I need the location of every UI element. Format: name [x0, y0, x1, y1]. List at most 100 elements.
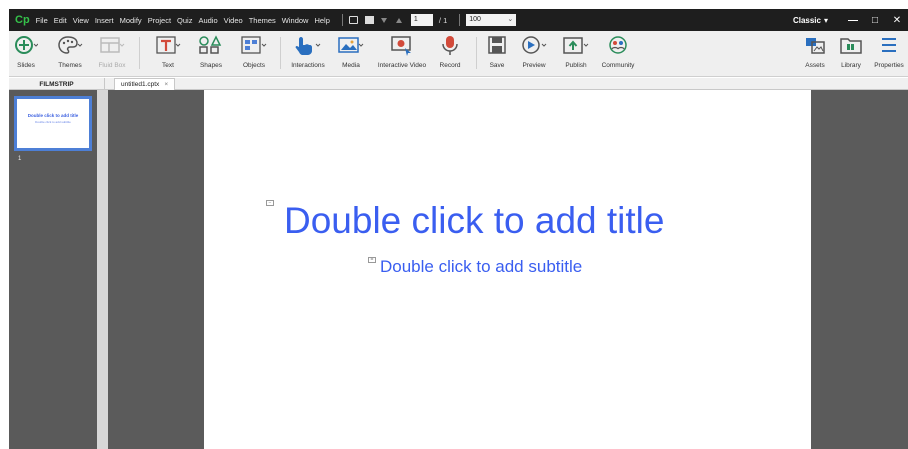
- menu-lines-icon: [882, 38, 896, 52]
- fluid-box-icon: [100, 37, 125, 53]
- subtitle-placeholder-marker-icon: =: [368, 257, 376, 263]
- main-toolbar: Slides Themes Fluid Box Text Shapes Obje…: [9, 31, 908, 77]
- slide-number: 1: [18, 156, 22, 162]
- publish-icon: [563, 37, 589, 54]
- assets-icon: [806, 38, 825, 54]
- shapes-icon: [199, 35, 222, 54]
- menu-video[interactable]: Video: [224, 16, 243, 25]
- slides-label: Slides: [17, 62, 35, 69]
- interactions-button[interactable]: Interactions: [288, 33, 328, 69]
- interactive-video-button[interactable]: Interactive Video: [375, 33, 429, 69]
- palette-icon: [58, 36, 83, 54]
- save-button[interactable]: Save: [485, 33, 509, 69]
- filmstrip-header: FILMSTRIP: [9, 78, 105, 90]
- play-icon: [522, 36, 547, 54]
- add-slide-icon: [15, 36, 38, 54]
- preview-button[interactable]: Preview: [518, 33, 550, 69]
- toolbar-separator: [476, 37, 477, 69]
- next-slide-icon[interactable]: [380, 17, 387, 23]
- previous-slide-icon[interactable]: [395, 17, 402, 23]
- zoom-select[interactable]: 100 ⌄: [466, 14, 517, 26]
- objects-button[interactable]: Objects: [238, 33, 270, 69]
- chevron-down-icon: ▾: [823, 15, 828, 25]
- app-logo: Cp: [15, 14, 30, 26]
- toolbar-separator: [139, 37, 140, 69]
- menu-help[interactable]: Help: [314, 16, 329, 25]
- save-icon: [488, 36, 506, 54]
- menu-insert[interactable]: Insert: [95, 16, 114, 25]
- publish-button[interactable]: Publish: [561, 33, 591, 69]
- title-placeholder[interactable]: Double click to add title: [284, 200, 664, 242]
- menu-edit[interactable]: Edit: [54, 16, 67, 25]
- menu-bar: Cp File Edit View Insert Modify Project …: [9, 9, 908, 31]
- workspace-label: Classic: [792, 15, 821, 25]
- menu-window[interactable]: Window: [282, 16, 309, 25]
- assets-button[interactable]: Assets: [802, 33, 828, 69]
- fluid-box-button[interactable]: Fluid Box: [97, 33, 127, 69]
- menu-quiz[interactable]: Quiz: [177, 16, 192, 25]
- publish-label: Publish: [565, 62, 587, 69]
- restore-button[interactable]: □: [864, 9, 886, 31]
- library-button[interactable]: Library: [838, 33, 864, 69]
- shapes-label: Shapes: [199, 62, 223, 69]
- menu-audio[interactable]: Audio: [198, 16, 217, 25]
- slides-button[interactable]: Slides: [13, 33, 39, 69]
- workspace-switcher[interactable]: Classic ▾: [793, 16, 828, 25]
- objects-label: Objects: [242, 62, 266, 69]
- menu-project[interactable]: Project: [148, 16, 171, 25]
- menu-modify[interactable]: Modify: [120, 16, 142, 25]
- themes-button[interactable]: Themes: [55, 33, 85, 69]
- text-label: Text: [162, 62, 174, 69]
- preview-label: Preview: [522, 62, 546, 69]
- media-label: Media: [342, 62, 360, 69]
- library-label: Library: [841, 62, 861, 69]
- chevron-down-icon: ⌄: [507, 16, 514, 23]
- text-button[interactable]: Text: [154, 33, 182, 69]
- community-label: Community: [601, 62, 635, 69]
- tab-untitled1[interactable]: untitled1.cptx ×: [114, 78, 176, 90]
- filmstrip-panel: Double click to add title Double click t…: [9, 90, 97, 449]
- interactions-label: Interactions: [291, 62, 325, 69]
- thumbnail-title: Double click to add title: [27, 113, 79, 118]
- total-pages-label: / 1: [438, 15, 448, 25]
- toolbar-separator: [280, 37, 281, 69]
- hand-pointer-icon: [295, 37, 321, 55]
- thumbnail-subtitle: Double click to add subtitle: [35, 120, 71, 124]
- zoom-value: 100: [469, 16, 481, 23]
- objects-icon: [241, 36, 267, 54]
- slide-canvas[interactable]: − Double click to add title = Double cli…: [204, 90, 811, 449]
- menu-view[interactable]: View: [73, 16, 89, 25]
- themes-label: Themes: [58, 62, 82, 69]
- tab-filename: untitled1.cptx: [121, 81, 160, 88]
- media-button[interactable]: Media: [336, 33, 366, 69]
- filmstrip-scrollbar[interactable]: [97, 90, 108, 449]
- record-label: Record: [439, 62, 461, 69]
- mail-icon[interactable]: [364, 16, 374, 24]
- current-page-input[interactable]: 1: [410, 14, 433, 26]
- monitor-icon[interactable]: [348, 16, 358, 24]
- close-button[interactable]: ✕: [886, 9, 908, 31]
- record-button[interactable]: Record: [437, 33, 463, 69]
- assets-label: Assets: [805, 62, 825, 69]
- tab-row: FILMSTRIP untitled1.cptx ×: [9, 78, 908, 90]
- shapes-button[interactable]: Shapes: [196, 33, 226, 69]
- menu-separator: [341, 14, 343, 26]
- subtitle-placeholder[interactable]: Double click to add subtitle: [380, 257, 582, 277]
- fluid-box-label: Fluid Box: [98, 62, 126, 69]
- save-label: Save: [489, 62, 505, 69]
- community-button[interactable]: Community: [601, 33, 635, 69]
- properties-button[interactable]: Properties: [871, 33, 907, 69]
- image-icon: [338, 37, 364, 53]
- interactive-video-icon: [391, 36, 411, 56]
- text-icon: [156, 36, 181, 54]
- close-tab-icon[interactable]: ×: [164, 81, 168, 88]
- community-icon: [609, 36, 627, 54]
- properties-label: Properties: [874, 62, 904, 69]
- menu-themes[interactable]: Themes: [249, 16, 276, 25]
- slide-thumbnail[interactable]: Double click to add title Double click t…: [14, 96, 92, 151]
- menu-file[interactable]: File: [36, 16, 48, 25]
- window-controls: Classic ▾ — □ ✕: [793, 9, 908, 31]
- title-placeholder-marker-icon: −: [266, 200, 274, 206]
- interactive-video-label: Interactive Video: [377, 62, 427, 69]
- minimize-button[interactable]: —: [842, 9, 864, 31]
